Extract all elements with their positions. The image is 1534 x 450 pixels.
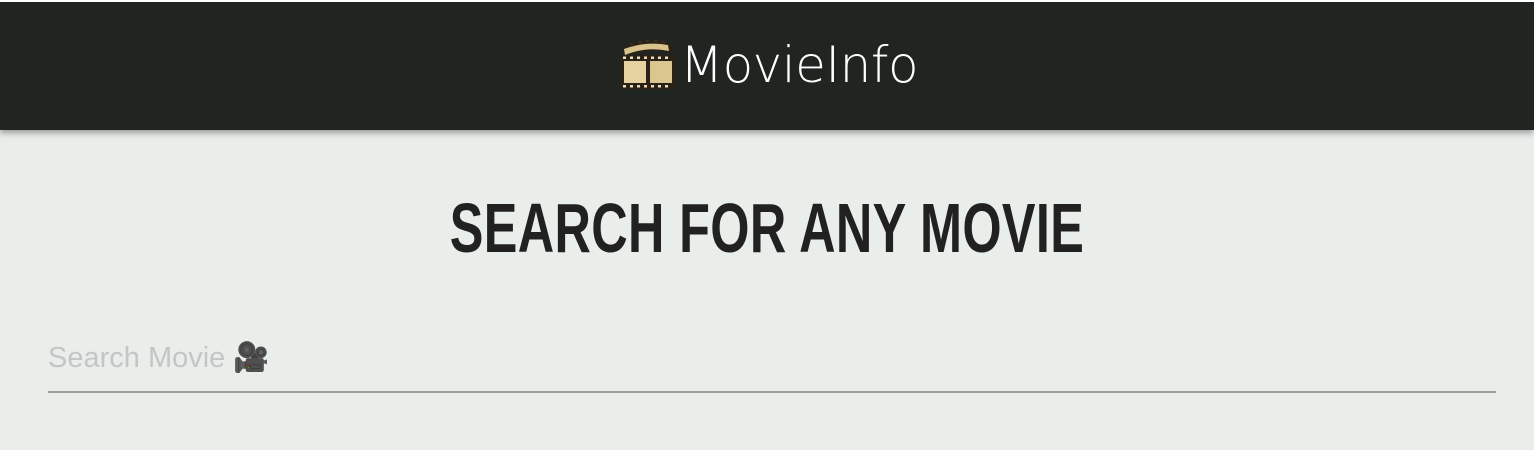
film-reel-icon bbox=[619, 40, 676, 89]
page-title: SEARCH FOR ANY MOVIE bbox=[449, 189, 1085, 267]
navbar: MovieInfo bbox=[0, 0, 1534, 130]
brand-link[interactable]: MovieInfo bbox=[616, 35, 919, 95]
search-container bbox=[48, 326, 1496, 393]
brand-name: MovieInfo bbox=[679, 36, 919, 94]
search-input[interactable] bbox=[48, 326, 1496, 391]
